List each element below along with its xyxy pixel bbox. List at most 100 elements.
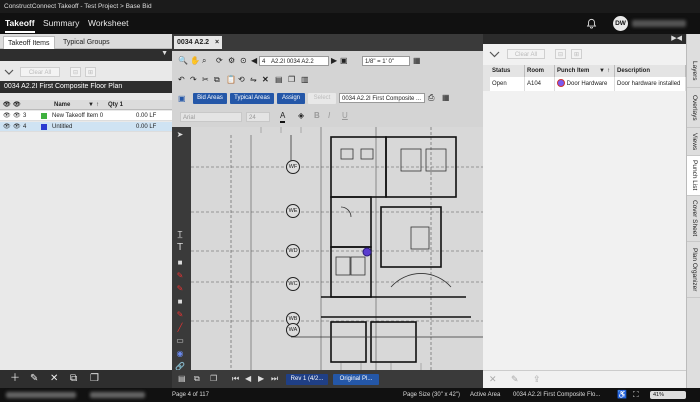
marker-icon[interactable]: ✎ xyxy=(175,310,185,320)
clear-all-button[interactable]: Clear All xyxy=(20,67,60,77)
prev-page-icon[interactable]: ◀ xyxy=(245,374,251,384)
table-row[interactable]: 👁 👁 3 New Takeoff Item 0 0.00 LF xyxy=(0,111,172,121)
punch-status[interactable]: Open xyxy=(490,77,525,91)
next-page-icon[interactable]: ▶ xyxy=(258,374,264,384)
add-icon[interactable]: ＋ xyxy=(10,370,20,388)
original-plan-button[interactable]: Original Pl... xyxy=(333,374,379,385)
column-qty[interactable]: Qty 1 xyxy=(108,100,123,110)
zoom-fit-icon[interactable]: ⌕ xyxy=(202,56,206,66)
color-swatch[interactable] xyxy=(41,124,47,130)
plan-select[interactable]: 0034 A2.2I First Composite ... xyxy=(339,93,425,103)
area-select-icon[interactable]: ▣ xyxy=(178,94,186,104)
tab-takeoff-items[interactable]: Takeoff Items xyxy=(3,36,55,49)
text-icon[interactable]: T xyxy=(175,243,185,253)
copy-icon[interactable]: ⧉ xyxy=(70,370,77,388)
pan-icon[interactable]: ✋ xyxy=(190,56,200,66)
punch-item-cell[interactable]: Door Hardware xyxy=(555,77,615,91)
visibility-icon[interactable]: 👁 xyxy=(3,122,11,132)
visibility-icon[interactable]: 👁 xyxy=(3,111,11,121)
font-select[interactable]: Arial xyxy=(180,112,242,122)
next-page-icon[interactable]: ▶ xyxy=(331,56,337,66)
cloud-icon[interactable]: ■ xyxy=(175,297,185,307)
page-select[interactable]: 4 A2.2I 0034 A2.2 xyxy=(259,56,329,66)
sort-icon[interactable]: ↑ xyxy=(607,65,610,77)
refresh-icon[interactable]: ⟳ xyxy=(216,56,223,66)
measure-icon[interactable]: ▭ xyxy=(175,336,185,346)
scale-select[interactable]: 1/8" = 1' 0" xyxy=(362,56,410,66)
sort-icon[interactable]: ↑ xyxy=(96,100,99,110)
layers-icon[interactable]: ❐ xyxy=(288,75,295,85)
eye-icon[interactable]: 👁 xyxy=(13,122,21,132)
edit-icon[interactable]: ✎ xyxy=(30,370,38,388)
side-tab-layers[interactable]: Layers xyxy=(687,54,700,88)
filter-icon[interactable]: ▼ xyxy=(88,100,94,110)
revision-button[interactable]: Rev 1 (4/2... xyxy=(286,374,328,385)
side-tab-views[interactable]: Views xyxy=(687,128,700,156)
stamp-icon[interactable]: ◉ xyxy=(175,349,185,359)
close-icon[interactable]: × xyxy=(215,39,219,46)
select-button[interactable]: Select xyxy=(308,93,336,104)
bid-areas-button[interactable]: Bid Areas xyxy=(193,93,227,104)
chevron-down-icon[interactable] xyxy=(4,69,14,76)
chevron-down-icon[interactable] xyxy=(489,51,500,58)
cut-icon[interactable]: ✂ xyxy=(202,75,209,85)
underline-icon[interactable]: U xyxy=(342,111,348,121)
pin-icon[interactable]: ▼ xyxy=(161,50,168,57)
sheet-icon[interactable]: ▥ xyxy=(301,75,309,85)
print-icon[interactable]: ▣ xyxy=(340,56,348,66)
pointer-icon[interactable]: ➤ xyxy=(175,130,185,140)
collapse-all-icon[interactable]: ⊟ xyxy=(555,49,566,59)
typical-areas-button[interactable]: Typical Areas xyxy=(230,93,274,104)
floor-plan-canvas[interactable]: WF WE WD WC WB WA xyxy=(191,127,483,371)
bell-icon[interactable] xyxy=(586,18,597,29)
calculator-icon[interactable]: ▦ xyxy=(442,93,450,103)
export-icon[interactable]: ⇪ xyxy=(533,374,541,385)
nav-tab-takeoff[interactable]: Takeoff xyxy=(5,13,35,34)
nav-tab-worksheet[interactable]: Worksheet xyxy=(88,13,128,34)
delete-icon[interactable]: ✕ xyxy=(50,370,58,388)
delete-icon[interactable]: ✕ xyxy=(262,75,269,85)
page-view-icon[interactable]: ▤ xyxy=(178,374,186,384)
expand-all-icon[interactable]: ⊞ xyxy=(571,49,582,59)
overlay-icon[interactable]: ❐ xyxy=(210,374,217,384)
delete-icon[interactable]: ✕ xyxy=(489,374,497,385)
fill-color-icon[interactable]: ◈ xyxy=(298,111,304,121)
line-icon[interactable]: ╱ xyxy=(175,323,185,333)
expand-all-icon[interactable]: ⊞ xyxy=(85,67,96,77)
last-page-icon[interactable]: ⏭ xyxy=(271,374,278,384)
collapse-all-icon[interactable]: ⊟ xyxy=(70,67,81,77)
filter-icon[interactable]: ▼ xyxy=(599,65,605,77)
bold-icon[interactable]: B xyxy=(314,111,320,121)
doc-tab[interactable]: 0034 A2.2 × xyxy=(174,36,223,49)
settings-icon[interactable]: ⚙ xyxy=(228,56,235,66)
side-tab-cover-sheet[interactable]: Cover Sheet xyxy=(687,196,700,242)
column-name[interactable]: Name xyxy=(54,100,70,110)
highlighter-icon[interactable]: ✎ xyxy=(175,271,185,281)
color-swatch[interactable] xyxy=(41,113,47,119)
column-room[interactable]: Room xyxy=(525,65,555,77)
column-description[interactable]: Description xyxy=(615,65,686,77)
undo-icon[interactable]: ↶ xyxy=(178,75,185,85)
duplicate-icon[interactable]: ❐ xyxy=(90,370,99,388)
clear-all-button[interactable]: Clear All xyxy=(507,49,545,59)
first-page-icon[interactable]: ⏮ xyxy=(232,374,239,384)
avatar[interactable]: DW xyxy=(613,16,628,31)
column-punch-item[interactable]: Punch Item xyxy=(555,65,615,77)
side-tab-plan-organizer[interactable]: Plan Organizer xyxy=(687,242,700,298)
side-tab-punch-list[interactable]: Punch List xyxy=(687,156,700,196)
punch-description[interactable]: Door hardware installed xyxy=(615,77,686,91)
font-size-select[interactable]: 24 xyxy=(246,112,270,122)
grid-icon[interactable]: ▦ xyxy=(413,56,421,66)
assign-button[interactable]: Assign xyxy=(277,93,305,104)
tab-typical-groups[interactable]: Typical Groups xyxy=(59,36,114,49)
italic-icon[interactable]: I xyxy=(328,111,330,121)
fullscreen-icon[interactable]: ⛶ xyxy=(633,388,639,402)
pin-icon[interactable]: ▶◀ xyxy=(671,34,682,42)
redo-icon[interactable]: ↷ xyxy=(190,75,197,85)
edit-icon[interactable]: ✎ xyxy=(511,374,519,385)
compare-icon[interactable]: ⧉ xyxy=(194,374,200,384)
pen-icon[interactable]: ✎ xyxy=(175,284,185,294)
zoom-select[interactable]: 41% xyxy=(650,391,686,399)
rectangle-icon[interactable]: ■ xyxy=(175,258,185,268)
table-row[interactable]: 👁 👁 4 Untitled 0.00 LF xyxy=(0,122,172,132)
